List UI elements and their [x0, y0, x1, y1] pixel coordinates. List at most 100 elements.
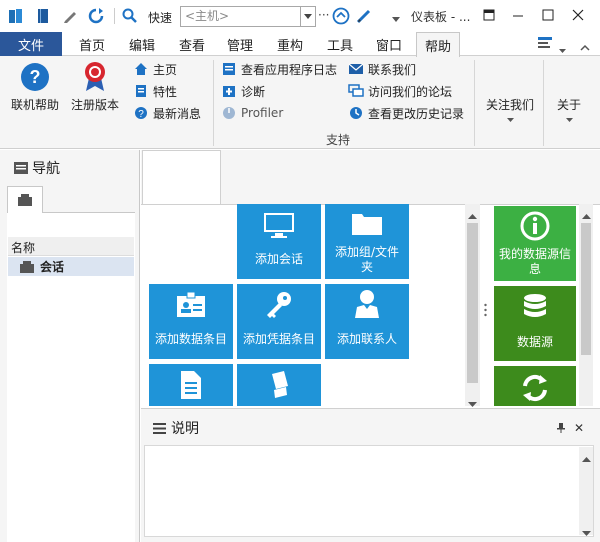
news-button[interactable]: ? 最新消息: [133, 104, 201, 122]
view-app-log-button[interactable]: 查看应用程序日志: [221, 60, 337, 78]
features-label: 特性: [153, 84, 178, 99]
datasource-tile[interactable]: 数据源: [494, 286, 576, 361]
envelope-icon: [348, 61, 364, 77]
description-title-text: 说明: [171, 421, 199, 437]
minimize-button[interactable]: [506, 4, 530, 26]
column-header-name[interactable]: 名称: [8, 237, 134, 256]
tab-tools[interactable]: 工具: [316, 32, 364, 56]
scroll-up-icon[interactable]: [582, 208, 591, 222]
follow-us-button[interactable]: 关注我们: [482, 96, 538, 122]
tree-item-session[interactable]: 会话: [8, 257, 134, 276]
view-app-log-label: 查看应用程序日志: [241, 62, 338, 77]
group-support-label: 支持: [326, 133, 351, 147]
tab-view[interactable]: 查看: [168, 32, 216, 56]
add-group-label-line2: 夹: [360, 260, 373, 274]
navigation-icon: [14, 162, 28, 174]
tab-manage[interactable]: 管理: [216, 32, 264, 56]
database-icon: [524, 294, 546, 317]
add-contact-label: 添加联系人: [336, 332, 397, 346]
edit-connection-icon[interactable]: [354, 6, 374, 26]
search-icon[interactable]: [120, 6, 140, 26]
svg-text:?: ?: [138, 109, 144, 120]
add-credential-label: 添加凭据条目: [242, 332, 315, 346]
more-button[interactable]: ···: [318, 8, 329, 22]
ribbon-separator: [543, 60, 544, 146]
forum-button[interactable]: 访问我们的论坛: [348, 82, 452, 100]
my-datasource-info-tile[interactable]: 我的数据源信 息: [494, 206, 576, 281]
forum-icon: [348, 83, 364, 99]
close-pane-icon[interactable]: ✕: [574, 421, 584, 435]
monitor-icon: [264, 213, 294, 238]
key-icon: [267, 292, 291, 318]
tab-home[interactable]: 首页: [68, 32, 116, 56]
ribbon-layout-icon[interactable]: [538, 36, 554, 53]
collapse-ribbon-icon[interactable]: [580, 40, 590, 54]
quick-connect-label: 快速: [148, 11, 173, 25]
register-button[interactable]: 注册版本: [66, 60, 124, 120]
tab-edit[interactable]: 编辑: [118, 32, 166, 56]
connect-icon[interactable]: [331, 6, 351, 26]
tab-window[interactable]: 窗口: [365, 32, 413, 56]
profiler-icon: [221, 105, 237, 121]
toolbar-divider: [114, 8, 115, 24]
scroll-up-icon[interactable]: [582, 451, 591, 465]
sync-tile[interactable]: [494, 366, 576, 406]
navigation-tab[interactable]: [7, 186, 43, 213]
profiler-button[interactable]: Profiler: [221, 104, 283, 122]
scroll-down-icon[interactable]: [582, 525, 591, 539]
chevron-down-icon: [304, 14, 312, 19]
home-icon: [133, 61, 149, 77]
chevron-down-icon: [565, 118, 573, 122]
host-dropdown-button[interactable]: [301, 6, 316, 27]
app-books-icon[interactable]: [6, 6, 26, 26]
features-button[interactable]: 特性: [133, 82, 177, 100]
contact-us-button[interactable]: 联系我们: [348, 60, 416, 78]
list-icon: [153, 422, 166, 434]
add-contact-tile[interactable]: 添加联系人: [325, 284, 409, 359]
history-button[interactable]: 查看更改历史记录: [348, 104, 464, 122]
right-tiles-scrollbar-thumb[interactable]: [581, 223, 591, 355]
description-title: 说明: [153, 418, 199, 438]
tile-area-scrollbar-thumb[interactable]: [467, 223, 478, 383]
online-help-button[interactable]: ? 联机帮助: [6, 60, 64, 120]
tree-item-session-label: 会话: [40, 260, 65, 274]
add-group-folder-tile[interactable]: 添加组/文件 夹: [325, 204, 409, 279]
document-icon: [181, 371, 201, 399]
diagnostics-button[interactable]: 诊断: [221, 82, 265, 100]
my-datasource-label-line1: 我的数据源信: [498, 247, 571, 261]
my-datasource-label-line2: 息: [528, 262, 541, 276]
book-icon[interactable]: [33, 6, 53, 26]
add-session-tile[interactable]: 添加会话: [237, 204, 321, 279]
person-icon: [355, 290, 379, 318]
close-button[interactable]: [566, 4, 590, 26]
dashboard-document-tab[interactable]: [142, 150, 221, 205]
ribbon-layout-chevron-icon[interactable]: [559, 42, 566, 56]
history-icon: [348, 105, 364, 121]
maximize-button[interactable]: [536, 4, 560, 26]
restore-layout-icon[interactable]: [477, 4, 501, 26]
follow-us-label: 关注我们: [485, 98, 534, 112]
tab-help[interactable]: 帮助: [416, 32, 460, 57]
pin-icon[interactable]: [556, 422, 566, 437]
tab-refactor[interactable]: 重构: [266, 32, 314, 56]
question-icon: ?: [133, 105, 149, 121]
pencil-icon[interactable]: [60, 6, 80, 26]
forum-label: 访问我们的论坛: [368, 84, 453, 99]
add-data-entry-label: 添加数据条目: [154, 332, 227, 346]
home-button[interactable]: 主页: [133, 60, 177, 78]
add-data-entry-tile[interactable]: 添加数据条目: [149, 284, 233, 359]
scroll-up-icon[interactable]: [468, 208, 477, 222]
add-group-label-line1: 添加组/文件: [334, 245, 400, 259]
description-content: [144, 445, 594, 537]
svg-text:?: ?: [30, 67, 41, 87]
window-title: 仪表板 - ...: [411, 10, 471, 24]
about-button[interactable]: 关于: [549, 96, 589, 122]
refresh-icon[interactable]: [86, 6, 106, 26]
host-input[interactable]: <主机>: [180, 6, 301, 27]
add-template-tile[interactable]: [237, 364, 321, 406]
add-document-tile[interactable]: [149, 364, 233, 406]
splitter-grip-icon[interactable]: [484, 303, 487, 320]
add-credential-tile[interactable]: 添加凭据条目: [237, 284, 321, 359]
diagnostics-icon: [221, 83, 237, 99]
tab-file[interactable]: 文件: [0, 32, 62, 56]
